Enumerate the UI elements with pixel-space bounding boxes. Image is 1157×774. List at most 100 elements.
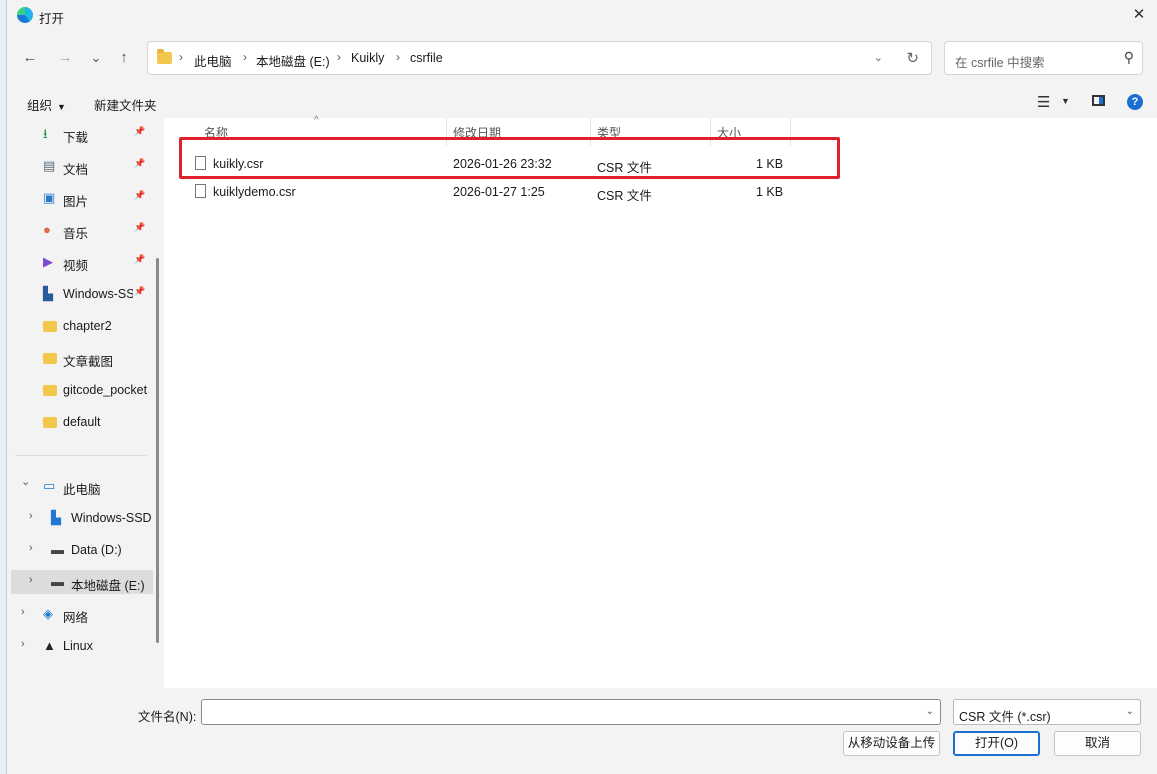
filename-field[interactable]: ⌄ (201, 699, 941, 725)
window-title: 打开 (39, 12, 65, 26)
chevron-right-icon[interactable]: › (29, 574, 33, 586)
refresh-icon[interactable]: ↻ (906, 49, 919, 67)
tree-item-label: Data (D:) (71, 543, 122, 557)
picture-icon: ▣ (43, 190, 56, 205)
back-button[interactable]: ← (19, 48, 41, 68)
video-icon: ▶ (43, 254, 53, 269)
forward-button[interactable]: → (54, 48, 76, 68)
new-folder-button[interactable]: 新建文件夹 (94, 95, 157, 114)
download-icon: ⭳ (43, 126, 48, 141)
edge-app-icon (17, 7, 33, 23)
organize-label: 组织 (27, 99, 53, 113)
tree-item[interactable]: ⌄ ▭ 此电脑 (7, 474, 157, 498)
sidebar-item[interactable]: ▣ 图片 📌 (7, 186, 157, 210)
chevron-down-icon[interactable]: ⌄ (21, 475, 30, 488)
file-name: kuiklydemo.csr (213, 185, 296, 199)
network-icon: ◈ (43, 606, 53, 621)
sidebar-item[interactable]: ● 音乐 📌 (7, 218, 157, 242)
folder-icon (43, 385, 57, 396)
search-box[interactable]: 在 csrfile 中搜索 ⚲ (944, 41, 1143, 75)
dialog-footer: 文件名(N): ⌄ CSR 文件 (*.csr) ⌄ 从移动设备上传 打开(O)… (7, 688, 1157, 774)
chevron-right-icon[interactable]: › (29, 510, 33, 522)
highlight-box (179, 137, 840, 179)
chevron-right-icon: › (337, 50, 341, 64)
pin-icon[interactable]: 📌 (134, 190, 145, 201)
filetype-select[interactable]: CSR 文件 (*.csr) ⌄ (953, 699, 1141, 725)
title-bar: 打开 ✕ (7, 0, 1157, 30)
command-toolbar: 组织 ▼ 新建文件夹 ☰ ▼ ? (7, 86, 1157, 118)
sidebar-item[interactable]: gitcode_pocket (7, 378, 157, 402)
up-button[interactable]: ↑ (113, 48, 135, 68)
chevron-right-icon: › (396, 50, 400, 64)
chevron-right-icon[interactable]: › (21, 638, 25, 650)
file-date: 2026-01-27 1:25 (453, 185, 545, 199)
folder-icon (43, 417, 57, 428)
linux-icon: ▲ (43, 638, 56, 653)
pin-icon[interactable]: 📌 (134, 254, 145, 265)
chevron-down-icon[interactable]: ⌄ (926, 706, 934, 717)
breadcrumb-drive-e[interactable]: 本地磁盘 (E:) (256, 51, 330, 70)
sidebar-item-label: 文档 (63, 163, 89, 177)
breadcrumb-this-pc[interactable]: 此电脑 (194, 51, 232, 70)
chevron-right-icon: › (243, 50, 247, 64)
sidebar-item[interactable]: ▶ 视频 📌 (7, 250, 157, 274)
sidebar-item-label: default (63, 415, 101, 429)
tree-item[interactable]: › ◈ 网络 (7, 602, 157, 626)
tree-item[interactable]: › ▙ Windows-SSD (7, 506, 157, 530)
file-list: ^ 名称 修改日期 类型 大小 kuikly.csr 2026-01-26 23… (164, 115, 1157, 688)
music-icon: ● (43, 222, 51, 237)
help-icon[interactable]: ? (1127, 94, 1143, 110)
breadcrumb-csrfile[interactable]: csrfile (410, 51, 443, 65)
upload-from-mobile-button[interactable]: 从移动设备上传 (843, 731, 940, 756)
sidebar-item[interactable]: 文章截图 (7, 346, 157, 370)
view-list-icon[interactable]: ☰ (1037, 93, 1050, 111)
search-icon[interactable]: ⚲ (1124, 49, 1134, 66)
chevron-right-icon[interactable]: › (21, 606, 25, 618)
pin-icon[interactable]: 📌 (134, 126, 145, 137)
sidebar-item[interactable]: default (7, 410, 157, 434)
file-icon (195, 184, 206, 198)
caret-down-icon[interactable]: ▼ (1061, 96, 1070, 106)
pin-icon[interactable]: 📌 (134, 158, 145, 169)
sidebar-item-label: chapter2 (63, 319, 112, 333)
recent-locations-button[interactable]: ⌄ (85, 48, 107, 68)
sidebar-item[interactable]: ▤ 文档 📌 (7, 154, 157, 178)
disk-icon: ▬ (51, 574, 64, 589)
navigation-bar: ← → ⌄ ↑ › 此电脑 › 本地磁盘 (E:) › Kuikly › csr… (7, 30, 1157, 86)
address-bar[interactable]: › 此电脑 › 本地磁盘 (E:) › Kuikly › csrfile ⌄ ↻ (147, 41, 932, 75)
file-row[interactable]: kuiklydemo.csr 2026-01-27 1:25 CSR 文件 1 … (184, 179, 784, 205)
sort-ascending-icon: ^ (314, 115, 319, 126)
filename-label: 文件名(N): (138, 710, 197, 724)
tree-item[interactable]: › ▬ Data (D:) (7, 538, 157, 562)
file-size: 1 KB (756, 185, 784, 199)
folder-icon (43, 321, 57, 332)
organize-button[interactable]: 组织 ▼ (27, 95, 66, 114)
divider (15, 455, 147, 456)
cancel-button[interactable]: 取消 (1054, 731, 1141, 756)
tree-item[interactable]: › ▲ Linux (7, 634, 157, 658)
sidebar-item[interactable]: chapter2 (7, 314, 157, 338)
open-file-dialog: 打开 ✕ ← → ⌄ ↑ › 此电脑 › 本地磁盘 (E:) › Kuikly … (6, 0, 1157, 774)
chevron-right-icon[interactable]: › (29, 542, 33, 554)
preview-pane-icon[interactable] (1092, 95, 1105, 106)
tree-item[interactable]: › ▬ 本地磁盘 (E:) (11, 570, 153, 594)
tree-item-label: 网络 (63, 611, 89, 625)
sidebar-item[interactable]: ▙ Windows-SSD📌 (7, 282, 157, 306)
chevron-right-icon: › (179, 50, 183, 64)
drive-icon: ▙ (51, 510, 61, 525)
sidebar-item-label: Windows-SSD (63, 287, 133, 301)
close-icon[interactable]: ✕ (1127, 4, 1151, 26)
sidebar-item-label: 音乐 (63, 227, 89, 241)
chevron-down-icon[interactable]: ⌄ (874, 51, 883, 64)
filetype-value: CSR 文件 (*.csr) (959, 710, 1051, 724)
open-button[interactable]: 打开(O) (953, 731, 1040, 756)
pin-icon[interactable]: 📌 (134, 286, 145, 297)
tree-item-label: Linux (63, 639, 93, 653)
pin-icon[interactable]: 📌 (134, 222, 145, 233)
search-input[interactable]: 在 csrfile 中搜索 (955, 52, 1045, 71)
tree-item-label: 本地磁盘 (E:) (71, 579, 145, 593)
sidebar-item-label: 文章截图 (63, 355, 114, 369)
breadcrumb-kuikly[interactable]: Kuikly (351, 51, 384, 65)
sidebar-item[interactable]: ⭳ 下载 📌 (7, 122, 157, 146)
folder-icon (43, 353, 57, 364)
